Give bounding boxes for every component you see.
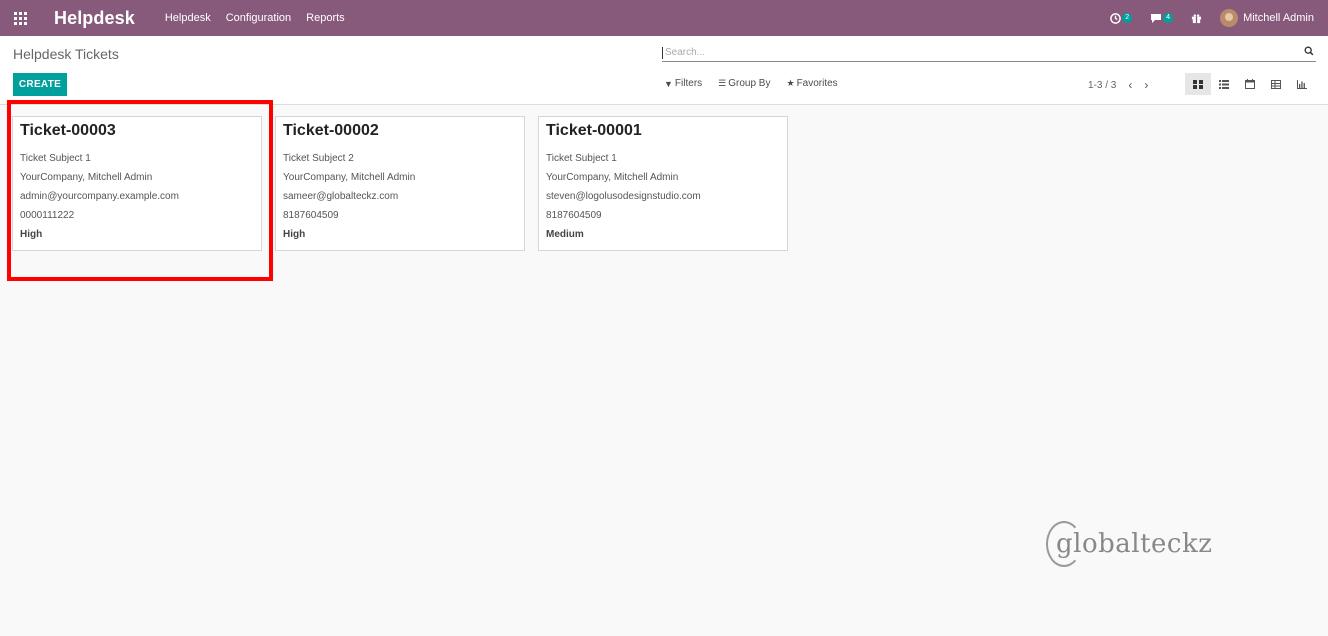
menu-configuration[interactable]: Configuration [226, 12, 291, 24]
chevron-right-icon[interactable]: › [1144, 78, 1148, 92]
star-icon: ★ [786, 78, 795, 88]
pager-value[interactable]: 1-3 / 3 [1088, 80, 1116, 91]
activity-badge: 2 [1122, 13, 1133, 23]
search-input[interactable] [662, 46, 1292, 59]
list-icon [1219, 79, 1229, 89]
kanban-icon [1193, 79, 1203, 89]
ticket-partner: YourCompany, Mitchell Admin [20, 172, 153, 183]
pivot-view-button[interactable] [1263, 73, 1289, 95]
clock-icon [1110, 12, 1122, 24]
ticket-phone: 8187604509 [546, 210, 602, 221]
messages-button[interactable]: 4 [1150, 13, 1174, 24]
search-options: ▼ Filters ☰ Group By ★ Favorites [664, 78, 854, 89]
watermark-logo: globalteckz [1046, 521, 1212, 567]
ticket-subject: Ticket Subject 1 [20, 153, 91, 164]
calendar-view-button[interactable] [1237, 73, 1263, 95]
graph-view-button[interactable] [1289, 73, 1315, 95]
ticket-email: steven@logolusodesignstudio.com [546, 191, 701, 202]
page-title: Helpdesk Tickets [13, 46, 119, 62]
pager: 1-3 / 3 ‹ › [1088, 78, 1148, 92]
ticket-email: admin@yourcompany.example.com [20, 191, 179, 202]
search-bar [662, 44, 1316, 62]
create-button[interactable]: CREATE [13, 73, 67, 96]
table-icon [1271, 79, 1281, 89]
menu-reports[interactable]: Reports [306, 12, 345, 24]
ticket-priority: High [20, 229, 43, 240]
group-by-label: Group By [728, 78, 771, 89]
ticket-subject: Ticket Subject 2 [283, 153, 354, 164]
ticket-title: Ticket-00002 [283, 122, 379, 139]
app-brand[interactable]: Helpdesk [54, 8, 135, 29]
search-icon[interactable] [1304, 46, 1314, 56]
apps-menu-icon[interactable] [2, 0, 38, 36]
top-navbar: Helpdesk Helpdesk Configuration Reports … [0, 0, 1328, 36]
ticket-card[interactable]: Ticket-00001 Ticket Subject 1 YourCompan… [538, 116, 788, 251]
control-panel: Helpdesk Tickets CREATE ▼ Filters ☰ Grou… [0, 36, 1328, 105]
filters-label: Filters [674, 78, 703, 89]
messages-badge: 4 [1163, 13, 1174, 23]
kanban-view-button[interactable] [1185, 73, 1211, 95]
ticket-partner: YourCompany, Mitchell Admin [283, 172, 416, 183]
ticket-card[interactable]: Ticket-00002 Ticket Subject 2 YourCompan… [275, 116, 525, 251]
chevron-left-icon[interactable]: ‹ [1128, 78, 1132, 92]
ticket-email: sameer@globalteckz.com [283, 191, 399, 202]
calendar-icon [1245, 79, 1255, 89]
ticket-title: Ticket-00003 [20, 122, 116, 139]
gift-icon [1191, 13, 1202, 23]
ticket-phone: 0000111222 [20, 210, 75, 221]
activity-button[interactable]: 2 [1110, 12, 1133, 24]
chat-icon [1151, 13, 1162, 23]
ticket-card[interactable]: Ticket-00003 Ticket Subject 1 YourCompan… [12, 116, 262, 251]
user-avatar[interactable] [1220, 9, 1239, 27]
bar-chart-icon [1297, 79, 1307, 89]
filters-button[interactable]: ▼ Filters [664, 78, 702, 89]
bars-icon: ☰ [718, 78, 727, 88]
ticket-subject: Ticket Subject 1 [546, 153, 617, 164]
view-switcher [1185, 73, 1315, 95]
ticket-priority: High [283, 229, 306, 240]
group-by-button[interactable]: ☰ Group By [718, 78, 770, 89]
filter-icon: ▼ [664, 78, 673, 89]
watermark-text: globalteckz [1056, 529, 1213, 559]
ticket-phone: 8187604509 [283, 210, 339, 221]
debug-button[interactable] [1191, 13, 1202, 24]
menu-helpdesk[interactable]: Helpdesk [165, 12, 211, 24]
ticket-title: Ticket-00001 [546, 122, 642, 139]
user-menu[interactable]: Mitchell Admin [1243, 12, 1314, 24]
list-view-button[interactable] [1211, 73, 1237, 95]
favorites-button[interactable]: ★ Favorites [786, 78, 837, 89]
favorites-label: Favorites [796, 78, 838, 89]
ticket-partner: YourCompany, Mitchell Admin [546, 172, 679, 183]
ticket-priority: Medium [546, 229, 584, 240]
